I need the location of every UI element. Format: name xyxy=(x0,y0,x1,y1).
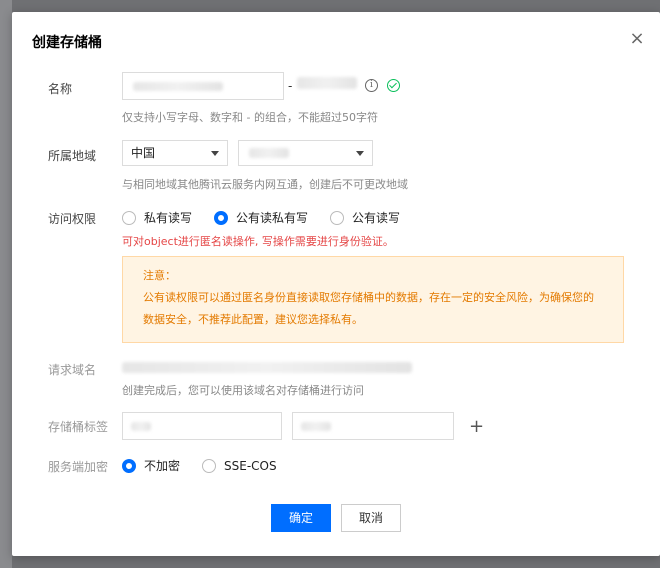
radio-circle-icon xyxy=(202,458,217,473)
tag-value-input[interactable] xyxy=(292,412,454,440)
access-label: 访问权限 xyxy=(48,212,97,226)
tag-key-placeholder-redacted xyxy=(131,422,151,431)
chevron-down-icon xyxy=(356,151,364,156)
access-option-label: 私有读写 xyxy=(144,211,193,225)
domain-hint: 创建完成后，您可以使用该域名对存储桶进行访问 xyxy=(122,384,364,397)
add-tag-icon[interactable]: + xyxy=(469,416,484,437)
notice-title: 注意： xyxy=(143,269,176,282)
encrypt-radio-group: 不加密 SSE-COS xyxy=(122,457,299,474)
encrypt-option-sse-cos[interactable]: SSE-COS xyxy=(202,458,277,473)
name-separator: - xyxy=(288,79,293,93)
access-option-public-read[interactable]: 公有读私有写 xyxy=(214,209,308,226)
access-option-private[interactable]: 私有读写 xyxy=(122,209,192,226)
encrypt-option-none[interactable]: 不加密 xyxy=(122,457,180,474)
radio-selected-icon xyxy=(122,458,136,473)
cancel-button[interactable]: 取消 xyxy=(341,504,401,532)
confirm-button[interactable]: 确定 xyxy=(271,504,331,532)
region-label: 所属地域 xyxy=(48,149,97,163)
notice-body: 公有读权限可以通过匿名身份直接读取您存储桶中的数据，存在一定的安全风险，为确保您… xyxy=(143,291,594,326)
tag-key-input[interactable] xyxy=(122,412,282,440)
tag-value-placeholder-redacted xyxy=(301,422,331,431)
check-circle-icon xyxy=(387,79,400,92)
radio-circle-icon xyxy=(330,210,345,225)
access-option-public-read-write[interactable]: 公有读写 xyxy=(330,209,400,226)
country-select-value: 中国 xyxy=(131,146,156,160)
bucket-name-value-redacted xyxy=(133,82,223,91)
name-hint: 仅支持小写字母、数字和 - 的组合，不能超过50字符 xyxy=(122,111,378,124)
close-icon[interactable]: × xyxy=(628,30,646,48)
access-radio-group: 私有读写 公有读私有写 公有读写 xyxy=(122,209,422,226)
appid-redacted xyxy=(297,77,357,89)
chevron-down-icon xyxy=(211,151,219,156)
region-select-value-redacted xyxy=(249,148,289,158)
name-label: 名称 xyxy=(48,82,73,96)
domain-label: 请求域名 xyxy=(48,363,97,377)
bucket-name-input[interactable] xyxy=(122,72,284,100)
encrypt-option-label: 不加密 xyxy=(144,459,181,473)
domain-value-redacted xyxy=(122,362,412,373)
security-notice: 注意： 公有读权限可以通过匿名身份直接读取您存储桶中的数据，存在一定的安全风险，… xyxy=(122,256,624,343)
access-warning: 可对object进行匿名读操作, 写操作需要进行身份验证。 xyxy=(122,235,394,248)
access-option-label: 公有读写 xyxy=(352,211,401,225)
page-backdrop xyxy=(0,0,12,568)
region-select[interactable] xyxy=(238,140,373,166)
region-hint: 与相同地域其他腾讯云服务内网互通，创建后不可更改地域 xyxy=(122,178,408,191)
access-option-label: 公有读私有写 xyxy=(236,211,309,225)
radio-selected-icon xyxy=(214,210,229,225)
dialog-title: 创建存储桶 xyxy=(32,35,102,51)
encrypt-option-label: SSE-COS xyxy=(224,458,277,473)
info-icon[interactable]: i xyxy=(365,79,378,92)
tag-label: 存储桶标签 xyxy=(48,420,109,434)
radio-circle-icon xyxy=(122,210,136,225)
country-select[interactable]: 中国 xyxy=(122,140,228,166)
encrypt-label: 服务端加密 xyxy=(48,460,109,474)
create-bucket-dialog: 创建存储桶 × 名称 - i 仅支持小写字母、数字和 - 的组合，不能超过50字… xyxy=(12,12,660,556)
